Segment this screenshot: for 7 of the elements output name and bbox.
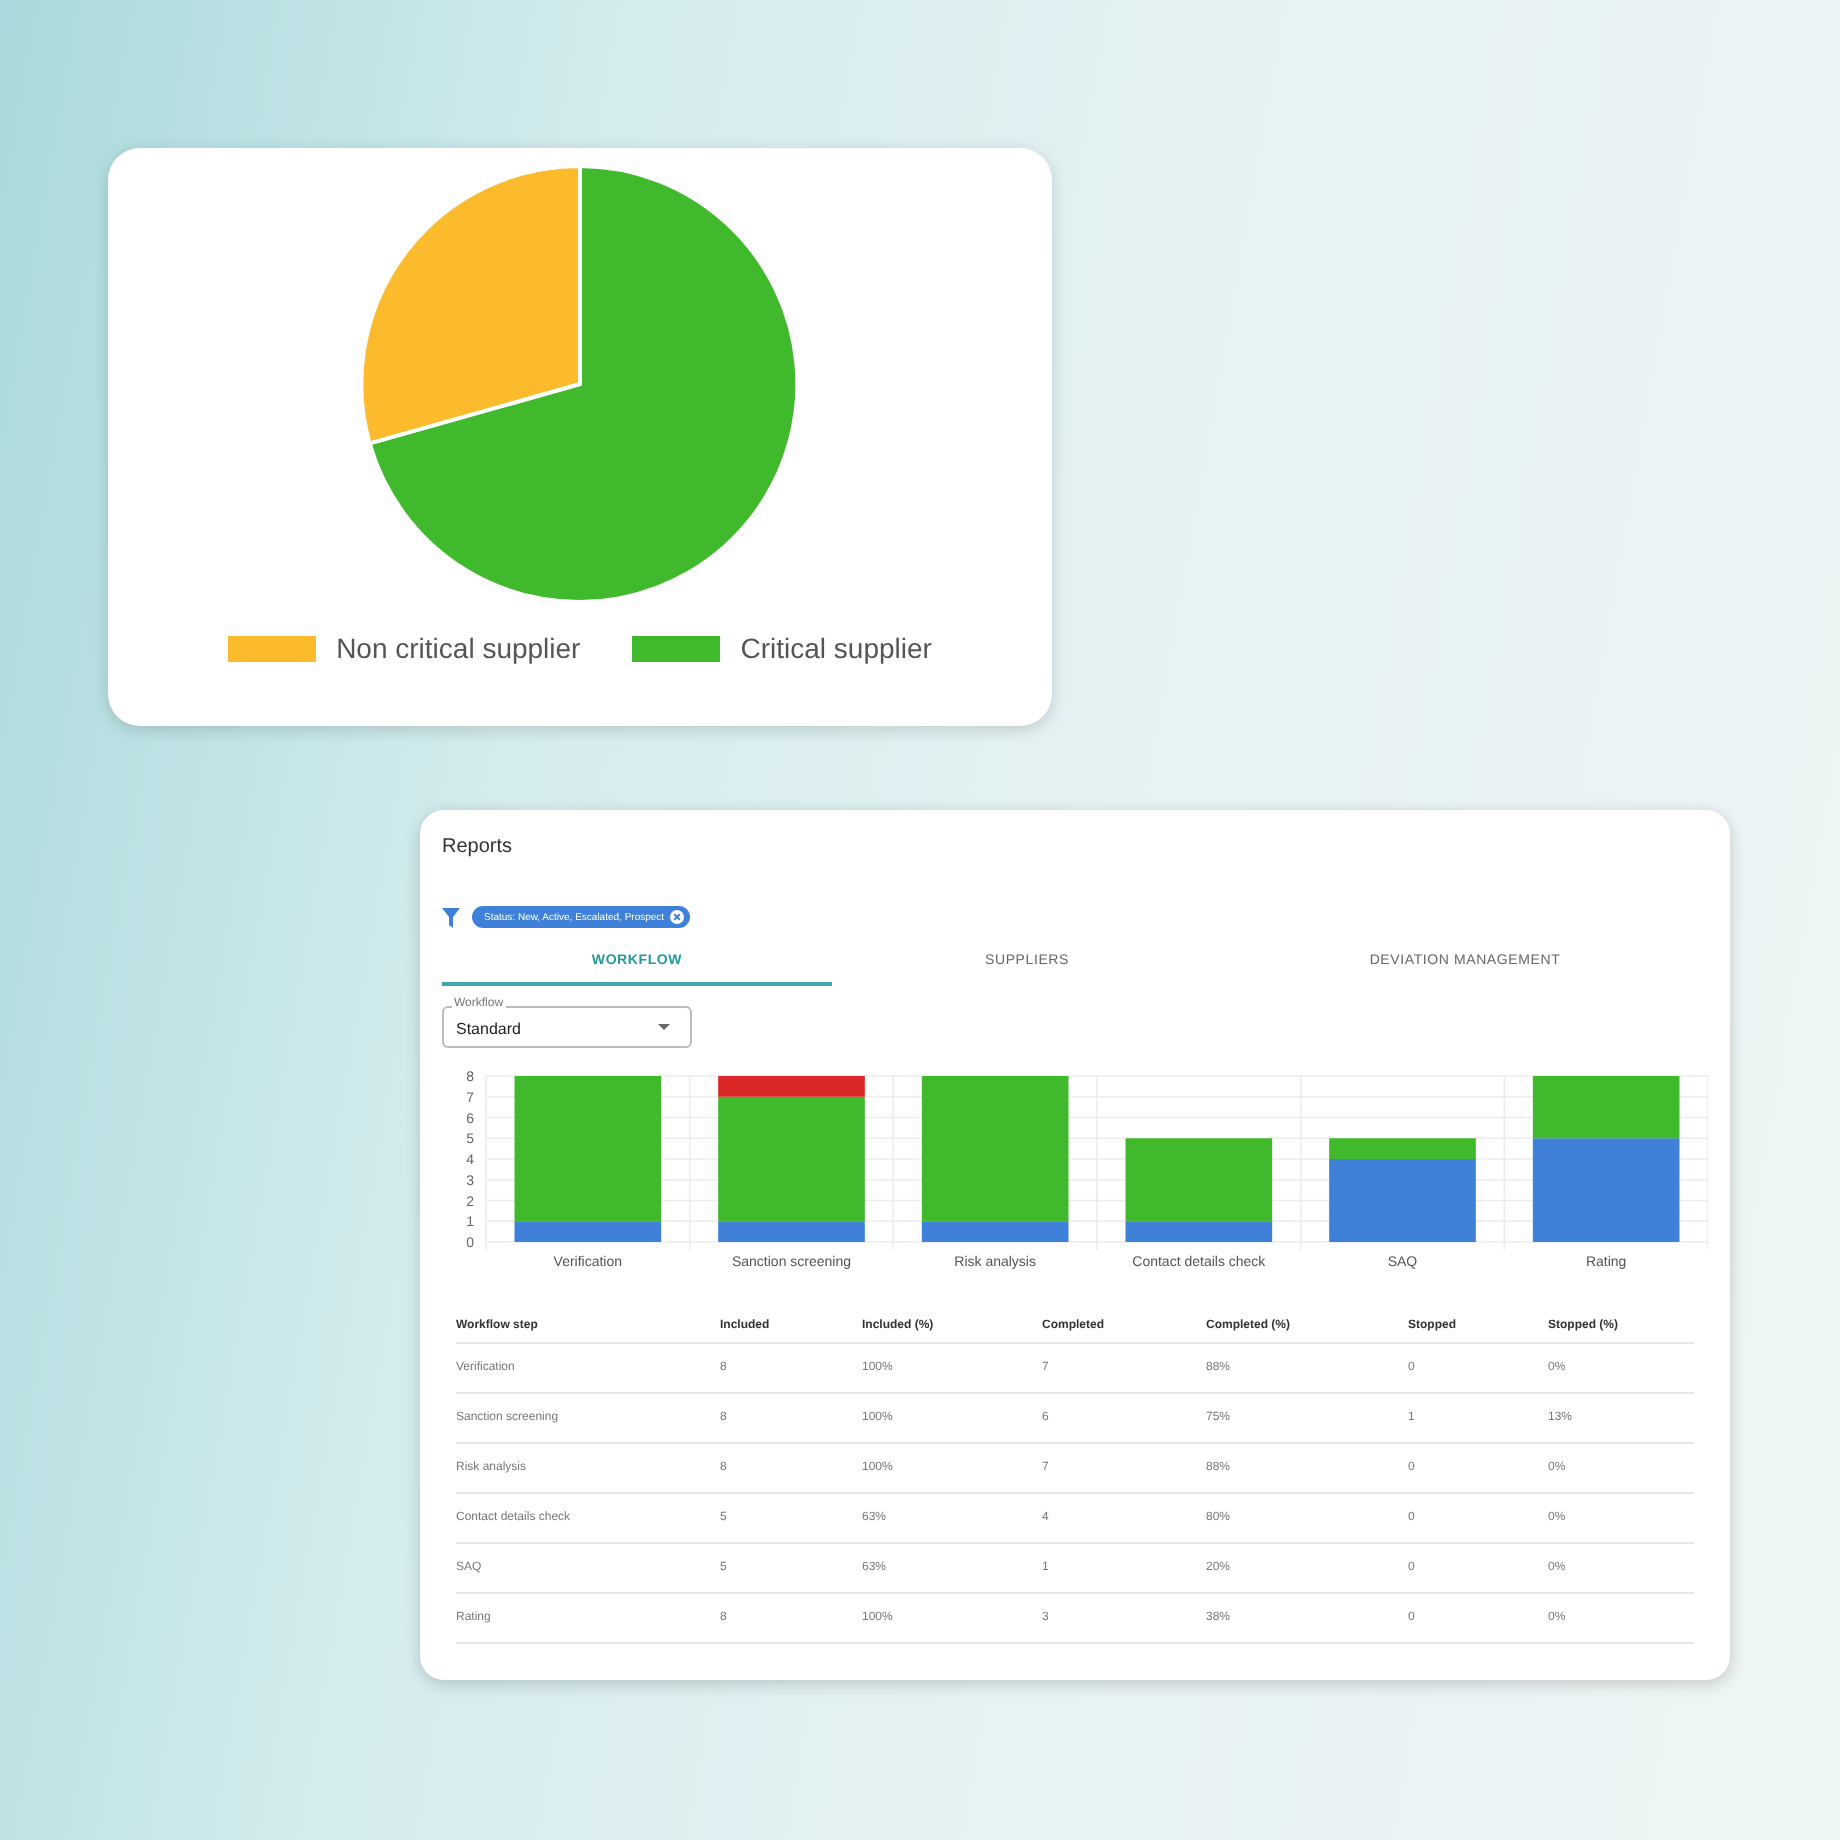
dropdown-caret-icon [658, 1024, 670, 1030]
workflow-select[interactable]: Standard [442, 1006, 692, 1048]
reports-title: Reports [442, 836, 515, 858]
legend-label: Non critical supplier [336, 632, 581, 664]
filter-icon[interactable] [442, 907, 460, 927]
legend-label: Critical supplier [740, 632, 932, 664]
close-icon[interactable] [670, 910, 685, 924]
